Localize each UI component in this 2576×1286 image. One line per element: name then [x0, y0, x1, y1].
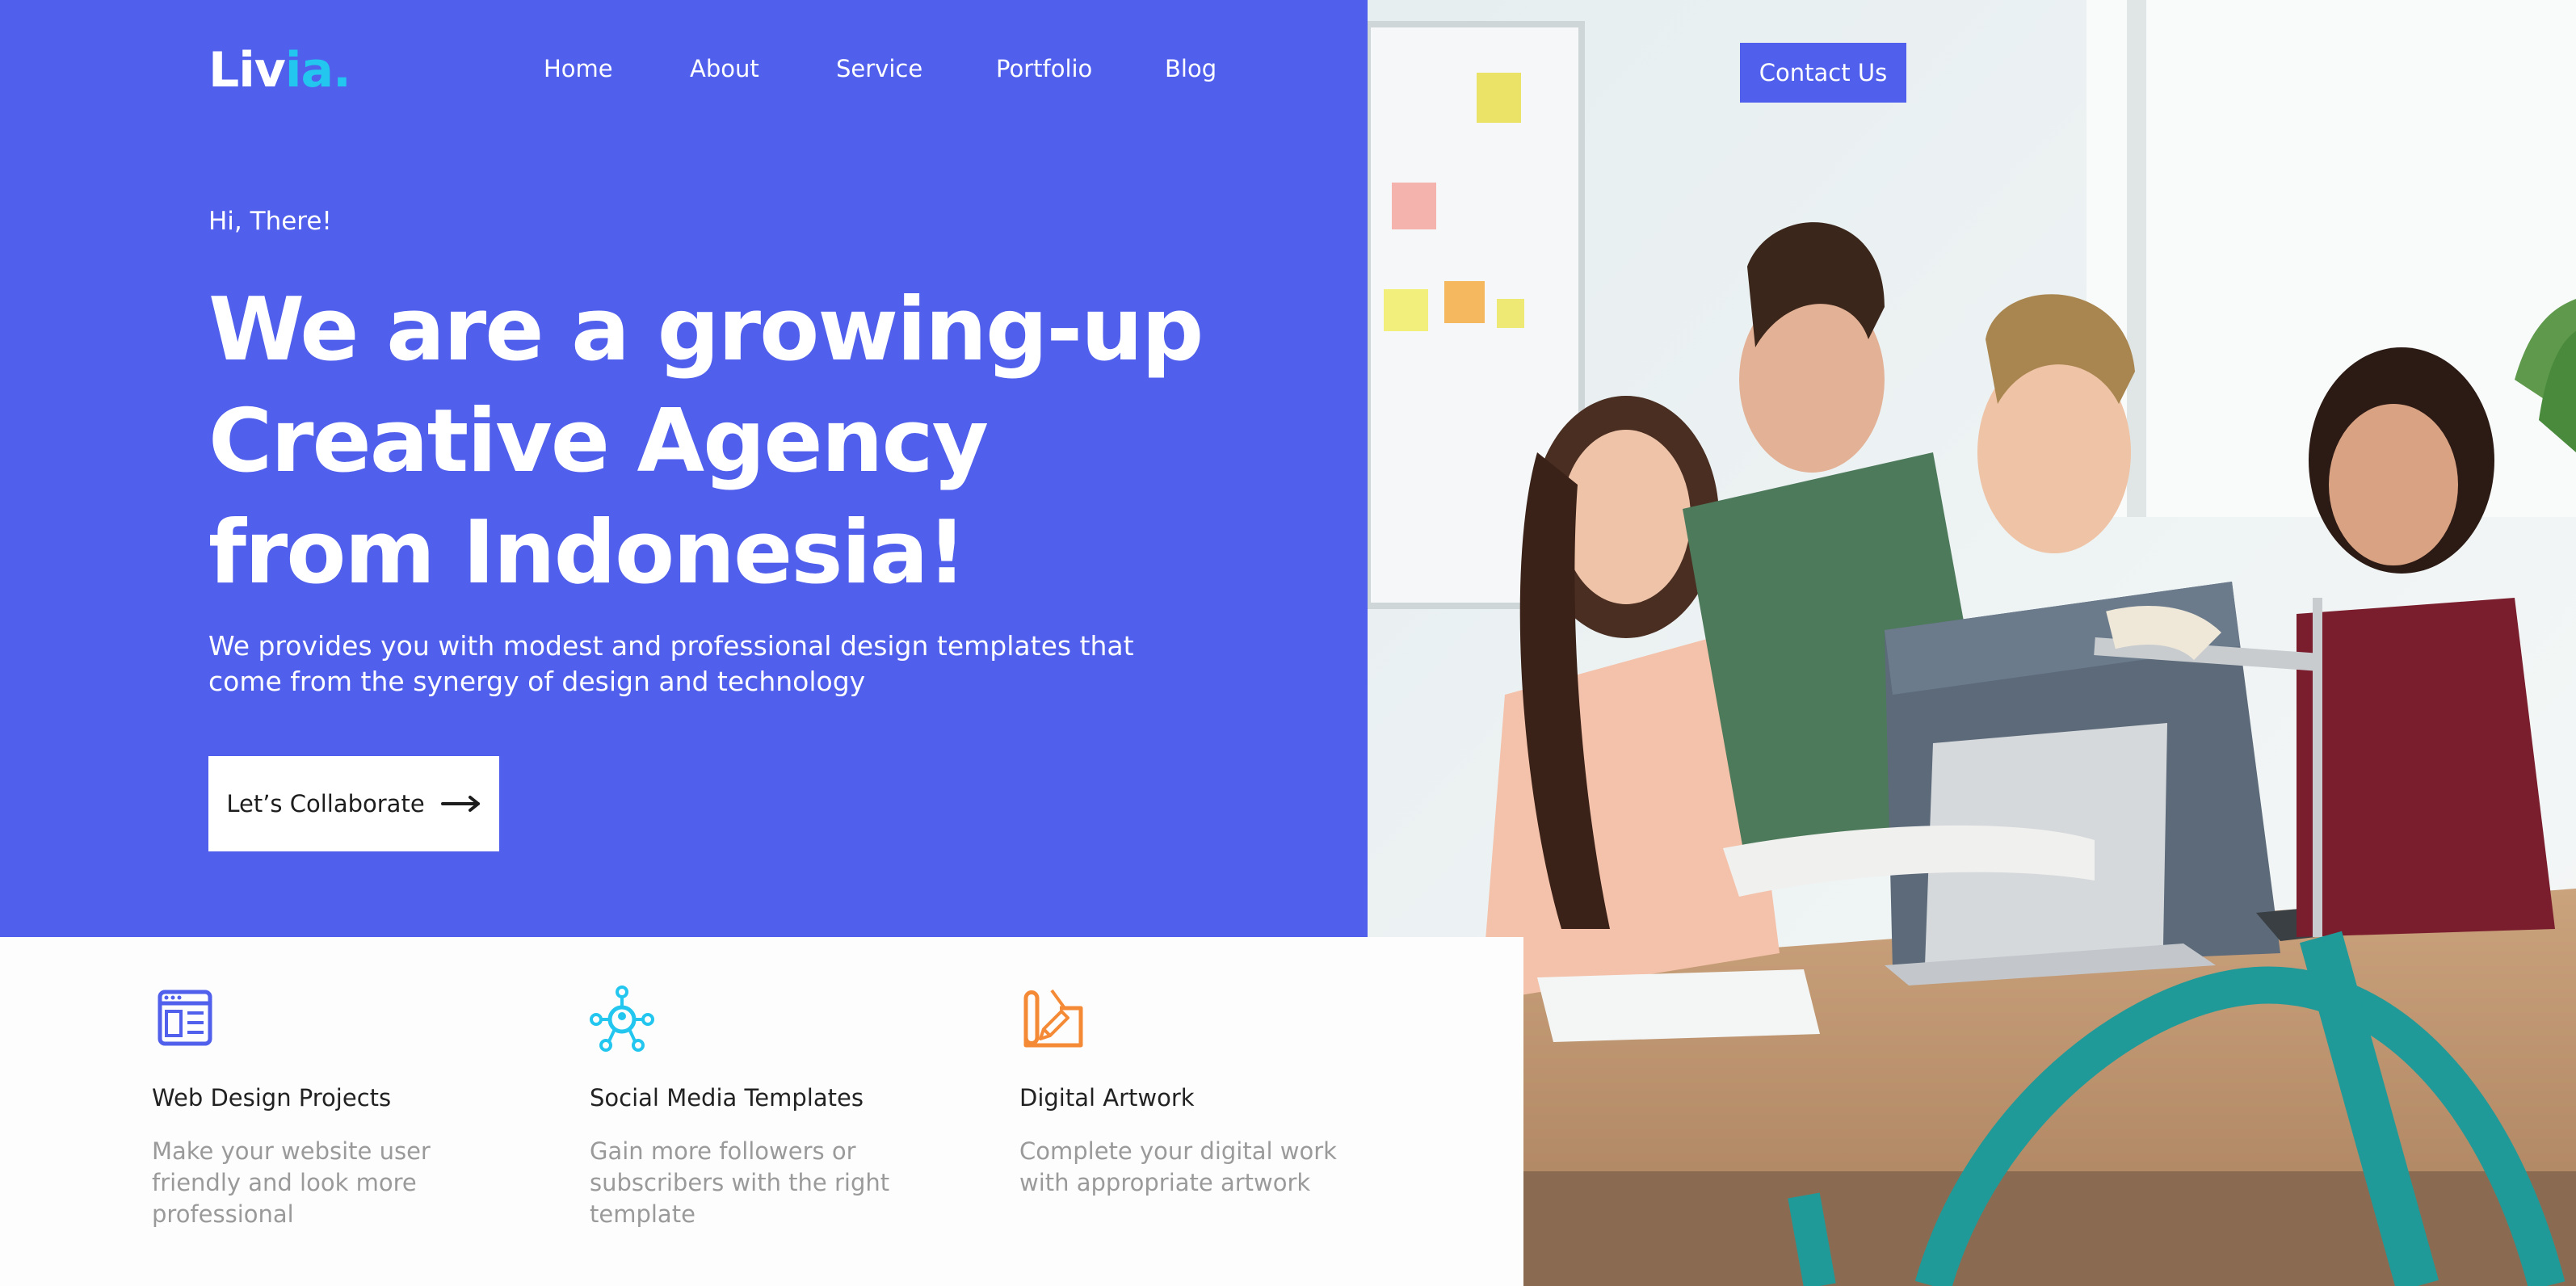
nav-item-home[interactable]: Home	[544, 55, 613, 82]
logo-dot: .	[332, 42, 351, 99]
brand-logo[interactable]: Livia.	[208, 42, 351, 99]
headline-line-3: from Indonesia!	[208, 502, 967, 603]
feature-description: Gain more followers or subscribers with …	[590, 1137, 890, 1228]
arrow-right-icon	[440, 796, 480, 812]
features-section: Web Design Projects Make your website us…	[0, 937, 1523, 1286]
headline-line-2: Creative Agency	[208, 391, 989, 492]
web-design-icon	[158, 990, 212, 1046]
artwork-icon	[1023, 989, 1083, 1048]
feature-title: Web Design Projects	[152, 1084, 392, 1112]
hero-headline: We are a growing-up Creative Agency from…	[208, 275, 1259, 609]
feature-card-web-design: Web Design Projects Make your website us…	[152, 984, 523, 1230]
hero-greeting: Hi, There!	[208, 207, 332, 236]
feature-description: Make your website user friendly and look…	[152, 1137, 431, 1228]
social-network-icon	[590, 986, 654, 1052]
feature-card-social-media: Social Media Templates Gain more followe…	[590, 984, 961, 1230]
contact-us-button[interactable]: Contact Us	[1740, 43, 1906, 103]
logo-text-main: Liv	[208, 42, 286, 99]
feature-title: Social Media Templates	[590, 1084, 864, 1112]
hero-photo	[1368, 0, 2576, 1286]
nav-item-service[interactable]: Service	[836, 55, 922, 82]
feature-title: Digital Artwork	[1019, 1084, 1195, 1112]
nav-item-blog[interactable]: Blog	[1165, 55, 1217, 82]
feature-card-digital-artwork: Digital Artwork Complete your digital wo…	[1019, 984, 1391, 1199]
logo-text-accent: ia	[284, 42, 334, 99]
headline-line-1: We are a growing-up	[208, 279, 1204, 380]
nav-item-portfolio[interactable]: Portfolio	[996, 55, 1092, 82]
collaborate-button-label: Let’s Collaborate	[226, 790, 425, 817]
nav-item-about[interactable]: About	[690, 55, 759, 82]
feature-description: Complete your digital work with appropri…	[1019, 1137, 1337, 1196]
collaborate-button[interactable]: Let’s Collaborate	[208, 756, 499, 851]
hero-subtitle: We provides you with modest and professi…	[208, 630, 1134, 697]
